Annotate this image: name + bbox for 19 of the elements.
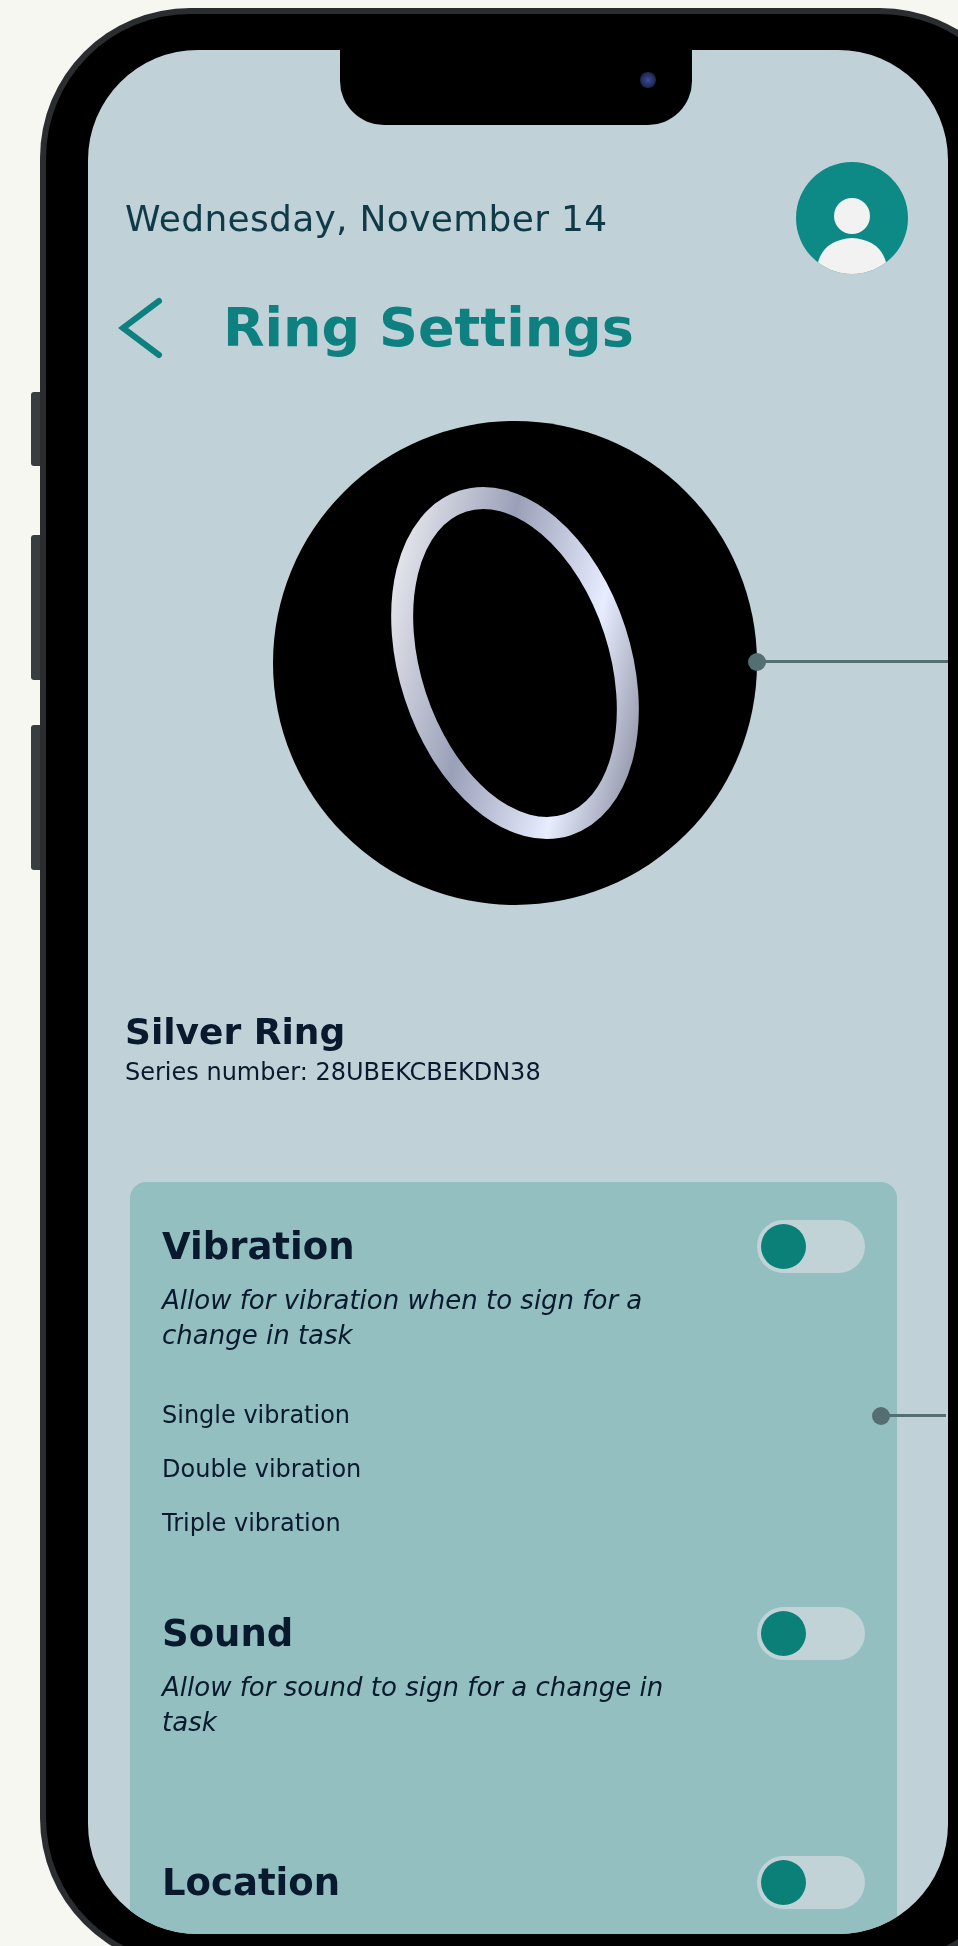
setting-title: Location	[162, 1861, 341, 1905]
setting-title: Sound	[162, 1612, 294, 1656]
leader-line	[886, 1414, 946, 1417]
page-title: Ring Settings	[223, 296, 634, 359]
setting-title: Vibration	[162, 1225, 355, 1268]
setting-description: Allow for sound to sign for a change in task	[162, 1671, 665, 1740]
toggle-switch[interactable]	[757, 1607, 865, 1661]
vibration-option[interactable]: Double vibration	[162, 1455, 865, 1484]
vibration-option[interactable]: Triple vibration	[162, 1509, 865, 1538]
leader-dot	[872, 1407, 890, 1425]
toggle-switch[interactable]	[757, 1856, 865, 1910]
camera-icon	[640, 72, 656, 88]
serial-number: Series number: 28UBEKCBEKDN38	[125, 1058, 542, 1086]
vibration-option[interactable]: Single vibration	[162, 1401, 865, 1430]
device-name: Silver Ring	[125, 1011, 347, 1052]
back-button[interactable]	[117, 296, 163, 359]
date-label: Wednesday, November 14	[125, 197, 608, 239]
toggle-switch[interactable]	[757, 1220, 865, 1273]
setting-description: Allow for vibration when to sign for a change in task	[162, 1284, 644, 1353]
